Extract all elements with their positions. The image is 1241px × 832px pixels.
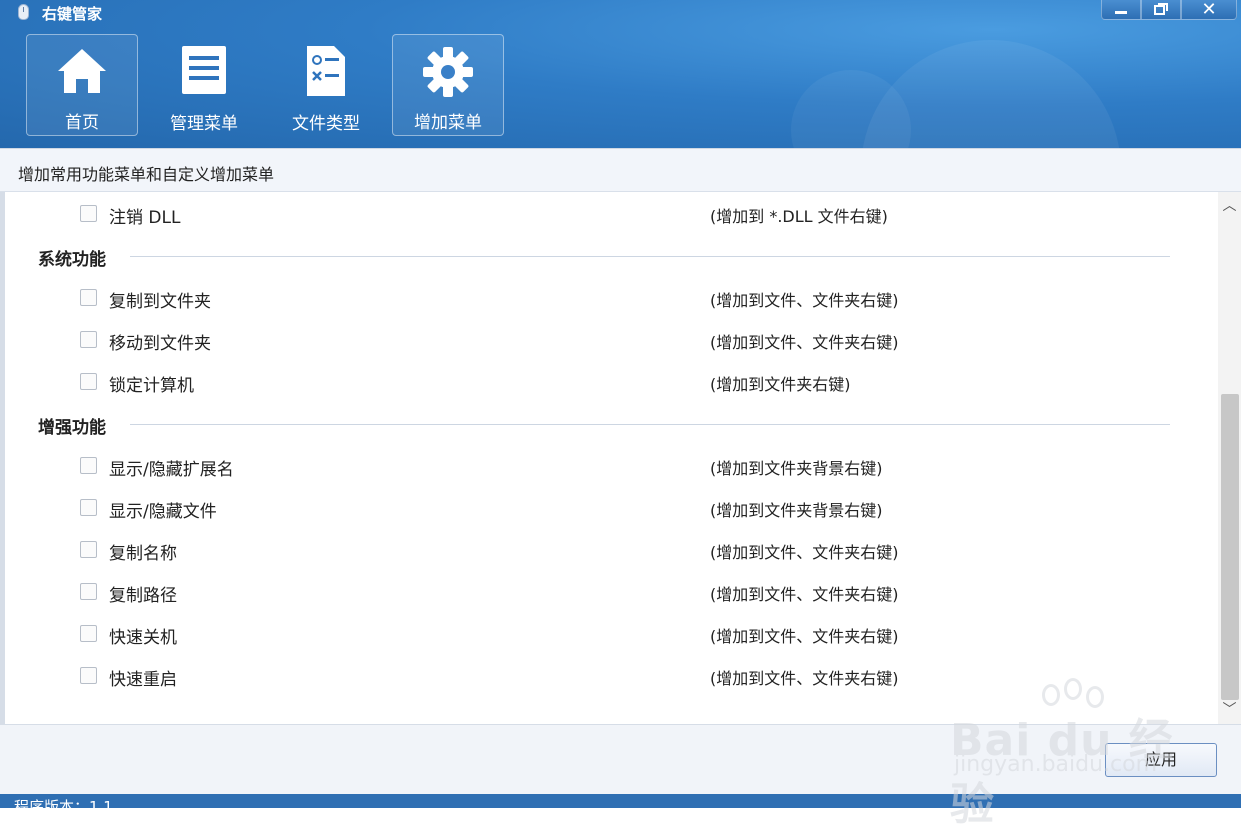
chevron-down-icon: ﹀	[1222, 702, 1237, 718]
restore-icon	[1154, 3, 1168, 15]
option-note: (增加到文件、文件夹右键)	[710, 333, 899, 352]
nav-item-file-types[interactable]: 文件类型	[270, 34, 382, 136]
nav-item-add-menu[interactable]: 增加菜单	[392, 34, 504, 136]
option-checkbox[interactable]	[80, 457, 97, 474]
app-title: 右键管家	[42, 5, 103, 23]
section-divider	[130, 424, 1170, 425]
list-item[interactable]: 复制到文件夹 (增加到文件、文件夹右键)	[5, 286, 1205, 312]
file-type-icon	[307, 46, 345, 96]
close-icon: ✕	[1201, 0, 1217, 20]
scroll-thumb[interactable]	[1221, 394, 1239, 700]
option-label: 复制到文件夹	[109, 292, 211, 312]
option-note: (增加到文件、文件夹右键)	[710, 585, 899, 604]
list-item[interactable]: 复制名称 (增加到文件、文件夹右键)	[5, 538, 1205, 564]
option-checkbox[interactable]	[80, 667, 97, 684]
option-label: 显示/隐藏扩展名	[109, 460, 234, 480]
section-divider	[130, 256, 1170, 257]
nav-item-manage-menu[interactable]: 管理菜单	[148, 34, 260, 136]
option-label: 复制名称	[109, 544, 177, 564]
restore-button[interactable]	[1141, 0, 1181, 20]
option-checkbox[interactable]	[80, 373, 97, 390]
option-label: 快速关机	[109, 628, 177, 648]
option-label: 锁定计算机	[109, 376, 194, 396]
option-label: 快速重启	[109, 670, 177, 690]
main-nav: 首页 管理菜单 文件类型 增加菜单	[26, 34, 514, 136]
page-subtitle-bar: 增加常用功能菜单和自定义增加菜单	[0, 148, 1241, 192]
list-icon	[182, 46, 226, 94]
option-note: (增加到文件夹背景右键)	[710, 501, 883, 520]
option-checkbox[interactable]	[80, 331, 97, 348]
option-note: (增加到文件、文件夹右键)	[710, 669, 899, 688]
option-note: (增加到文件、文件夹右键)	[710, 627, 899, 646]
close-button[interactable]: ✕	[1181, 0, 1237, 20]
option-checkbox[interactable]	[80, 583, 97, 600]
minimize-icon	[1115, 11, 1127, 14]
option-label: 移动到文件夹	[109, 334, 211, 354]
chevron-up-icon: ︿	[1222, 198, 1237, 214]
watermark-url: jingyan.baidu.com	[954, 752, 1158, 777]
home-icon	[58, 49, 106, 93]
list-item[interactable]: 显示/隐藏文件 (增加到文件夹背景右键)	[5, 496, 1205, 522]
option-note: (增加到文件、文件夹右键)	[710, 543, 899, 562]
list-item[interactable]: 复制路径 (增加到文件、文件夹右键)	[5, 580, 1205, 606]
app-header: 右键管家 ✕ 首页 管理菜单 文件类型 增加菜单	[0, 0, 1241, 148]
option-note: (增加到 *.DLL 文件右键)	[710, 207, 888, 226]
baidu-watermark: Bai du 经验 jingyan.baidu.com	[950, 678, 1190, 830]
nav-item-label: 增加菜单	[414, 113, 482, 133]
option-checkbox[interactable]	[80, 205, 97, 222]
option-checkbox[interactable]	[80, 625, 97, 642]
vertical-scrollbar[interactable]: ︿ ﹀	[1218, 192, 1241, 724]
nav-item-label: 管理菜单	[170, 114, 238, 134]
page-subtitle: 增加常用功能菜单和自定义增加菜单	[18, 165, 275, 184]
option-label: 复制路径	[109, 586, 177, 606]
scroll-up-button[interactable]: ︿	[1218, 194, 1241, 218]
option-checkbox[interactable]	[80, 499, 97, 516]
section-title: 系统功能	[38, 250, 106, 270]
title-bar[interactable]: 右键管家 ✕	[0, 0, 1241, 26]
list-item[interactable]: 快速关机 (增加到文件、文件夹右键)	[5, 622, 1205, 648]
option-note: (增加到文件夹右键)	[710, 375, 851, 394]
version-text: 程序版本：1.1	[14, 798, 113, 808]
paw-icon	[1042, 684, 1060, 706]
mouse-icon	[18, 4, 29, 20]
option-label: 显示/隐藏文件	[109, 502, 217, 522]
window-controls: ✕	[1101, 0, 1237, 20]
section-title: 增强功能	[38, 418, 106, 438]
list-item[interactable]: 注销 DLL (增加到 *.DLL 文件右键)	[5, 202, 1205, 228]
scroll-down-button[interactable]: ﹀	[1218, 698, 1241, 722]
menu-option-list: 注销 DLL (增加到 *.DLL 文件右键) 系统功能 复制到文件夹 (增加到…	[0, 192, 1241, 724]
list-item[interactable]: 移动到文件夹 (增加到文件、文件夹右键)	[5, 328, 1205, 354]
list-item[interactable]: 锁定计算机 (增加到文件夹右键)	[5, 370, 1205, 396]
option-note: (增加到文件夹背景右键)	[710, 459, 883, 478]
option-checkbox[interactable]	[80, 289, 97, 306]
nav-item-label: 文件类型	[292, 114, 360, 134]
option-checkbox[interactable]	[80, 541, 97, 558]
nav-item-home[interactable]: 首页	[26, 34, 138, 136]
option-note: (增加到文件、文件夹右键)	[710, 291, 899, 310]
paw-icon	[1064, 678, 1082, 700]
minimize-button[interactable]	[1101, 0, 1141, 20]
gear-icon	[423, 47, 473, 97]
option-label: 注销 DLL	[109, 208, 181, 228]
list-item[interactable]: 显示/隐藏扩展名 (增加到文件夹背景右键)	[5, 454, 1205, 480]
nav-item-label: 首页	[65, 113, 99, 133]
list-item[interactable]: 快速重启 (增加到文件、文件夹右键)	[5, 664, 1205, 690]
